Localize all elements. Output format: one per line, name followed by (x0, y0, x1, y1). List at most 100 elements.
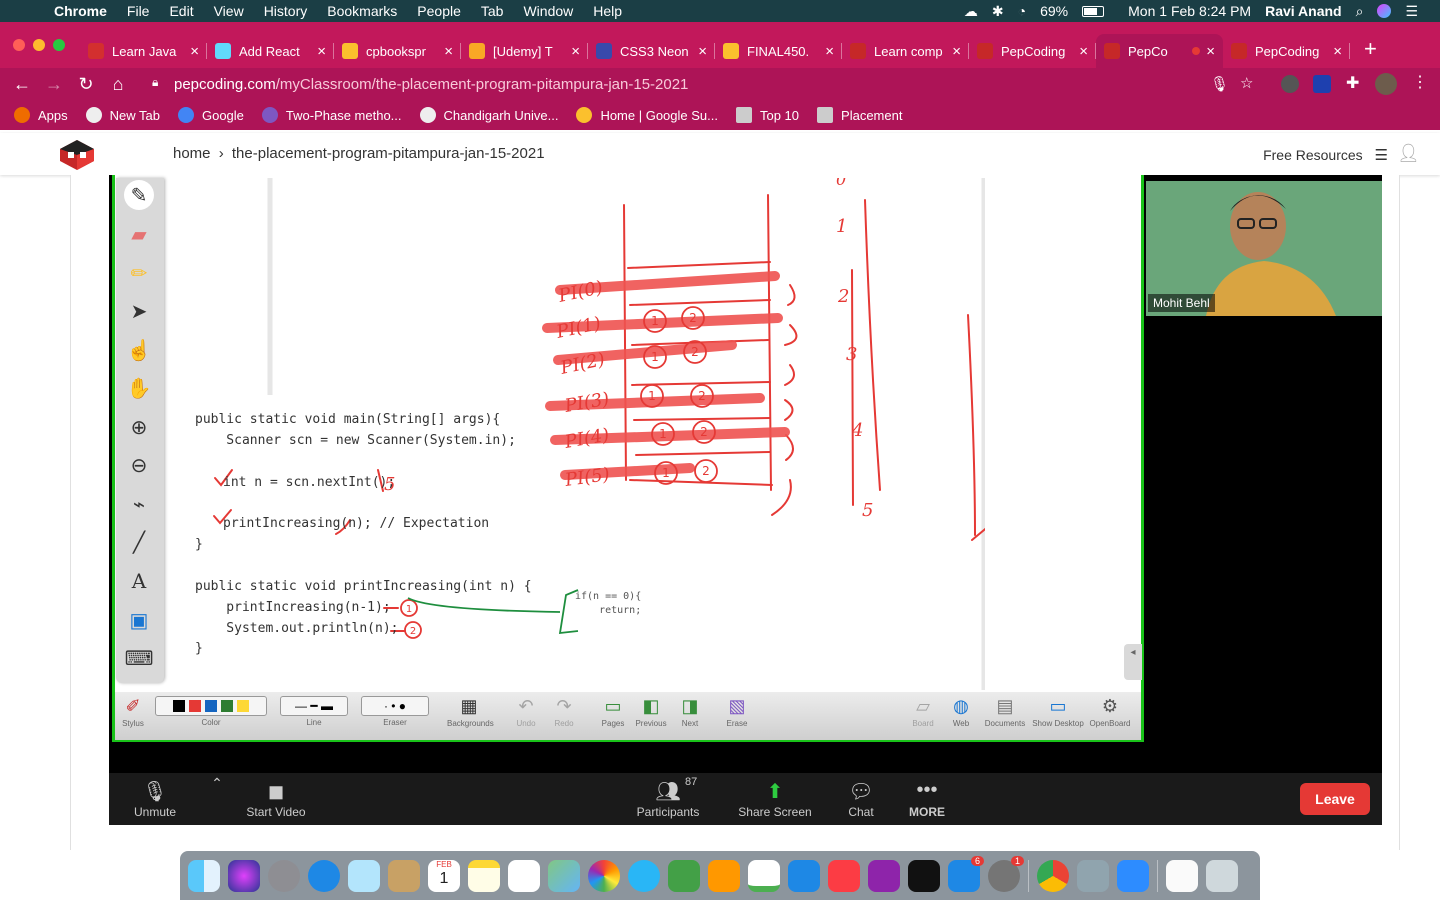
menu-tab[interactable]: Tab (481, 3, 504, 19)
browser-tab[interactable]: PepCo × (1096, 34, 1223, 68)
bookmark-item[interactable]: Chandigarh Unive... (419, 107, 558, 123)
bookmark-item[interactable]: Google (177, 107, 244, 123)
show-desktop-button[interactable]: ▭ Show Desktop (1031, 696, 1085, 728)
spotlight-search-icon[interactable]: ⌕ (1356, 3, 1364, 20)
stylus-button[interactable]: ✐ Stylus (119, 696, 147, 728)
window-close-button[interactable] (13, 39, 25, 51)
browser-tab[interactable]: CSS3 Neon × (588, 34, 715, 68)
tab-close-icon[interactable]: × (444, 43, 453, 60)
tab-close-icon[interactable]: × (571, 43, 580, 60)
eraser-size-picker[interactable]: · • ● Eraser (361, 696, 429, 727)
user-account-icon[interactable]: 👤︎ (1397, 143, 1420, 164)
bookmark-item[interactable]: Top 10 (735, 107, 799, 123)
music-icon[interactable] (828, 859, 860, 892)
bookmark-item[interactable]: Apps (14, 107, 68, 123)
new-tab-button[interactable]: + (1364, 36, 1377, 62)
preview-photos-icon[interactable] (1077, 859, 1109, 892)
menu-help[interactable]: Help (593, 3, 622, 19)
battery-percent[interactable]: 69% (1040, 3, 1068, 19)
bookmark-item[interactable]: New Tab (85, 107, 160, 123)
launchpad-icon[interactable] (268, 859, 300, 892)
pages-app-icon[interactable] (708, 859, 740, 892)
lock-icon[interactable]: 🔒︎ (152, 75, 158, 90)
right-panel-toggle-icon[interactable]: ◂ (1124, 644, 1142, 680)
menu-people[interactable]: People (417, 3, 461, 19)
tab-close-icon[interactable]: × (825, 43, 834, 60)
openboard-settings-button[interactable]: ⚙ OpenBoard (1089, 696, 1131, 728)
tab-close-icon[interactable]: × (1079, 43, 1088, 60)
bookmark-item[interactable]: Placement (817, 107, 902, 123)
browser-tab[interactable]: PepCoding × (1223, 34, 1350, 68)
address-bar[interactable]: 🔒︎ pepcoding.com/myClassroom/the-placeme… (146, 70, 1266, 98)
menu-view[interactable]: View (214, 3, 244, 19)
tab-close-icon[interactable]: × (698, 43, 707, 60)
color-green-swatch[interactable] (221, 700, 233, 712)
interact-tool-icon[interactable]: ☝ (124, 335, 154, 365)
redo-button[interactable]: ↷ Redo (553, 696, 575, 728)
messages-icon[interactable] (628, 859, 660, 892)
maps-icon[interactable] (548, 859, 580, 892)
tab-close-icon[interactable]: × (1206, 43, 1215, 60)
notes-icon[interactable] (468, 859, 500, 892)
control-center-icon[interactable]: ☰ (1405, 3, 1418, 20)
tab-close-icon[interactable]: × (190, 43, 199, 60)
profile-avatar[interactable] (1375, 73, 1397, 95)
bookmark-item[interactable]: Two-Phase metho... (261, 107, 402, 123)
backgrounds-button[interactable]: ▦ Backgrounds (447, 696, 494, 728)
more-button[interactable]: ••• MORE (907, 779, 947, 819)
tab-close-icon[interactable]: × (952, 43, 961, 60)
chrome-icon[interactable] (1037, 859, 1069, 892)
system-preferences-icon[interactable]: 1 (988, 855, 1024, 892)
downloads-stack-icon[interactable] (1166, 859, 1198, 892)
contacts-icon[interactable] (388, 859, 420, 892)
forward-button[interactable]: → (38, 74, 70, 95)
browser-tab[interactable]: FINAL450. × (715, 34, 842, 68)
selector-tool-icon[interactable]: ➤ (124, 296, 154, 326)
cloud-icon[interactable]: ☁ (964, 3, 978, 20)
breadcrumb-home[interactable]: home (173, 145, 211, 162)
bookmark-star-icon[interactable]: ☆ (1240, 74, 1253, 92)
podcasts-icon[interactable] (868, 859, 900, 892)
tab-close-icon[interactable]: × (317, 43, 326, 60)
extensions-puzzle-icon[interactable]: ✚ (1346, 73, 1359, 93)
battery-icon[interactable] (1082, 5, 1105, 17)
menu-edit[interactable]: Edit (169, 3, 193, 19)
menu-history[interactable]: History (264, 3, 308, 19)
extension-2-icon[interactable] (1313, 75, 1331, 93)
audio-options-caret[interactable]: ⌃ (207, 775, 227, 801)
free-resources-link[interactable]: Free Resources ☰ (1263, 146, 1388, 164)
browser-tab[interactable]: Learn comp × (842, 34, 969, 68)
previous-page-button[interactable]: ◧ Previous (633, 696, 669, 728)
tab-close-icon[interactable]: × (1333, 43, 1342, 60)
line-width-picker[interactable]: — ━ ▬ Line (280, 696, 348, 727)
wifi-icon[interactable]: ◔ (1018, 3, 1026, 19)
start-video-button[interactable]: ◼ Start Video (243, 779, 309, 819)
menubar-user[interactable]: Ravi Anand (1265, 3, 1342, 19)
hand-tool-icon[interactable]: ✋ (124, 373, 154, 403)
line-tool-icon[interactable]: ╱ (124, 527, 154, 557)
color-red-swatch[interactable] (189, 700, 201, 712)
unmute-button[interactable]: 🎙︎ Unmute (131, 779, 179, 819)
reload-button[interactable]: ↻ (70, 74, 102, 95)
color-picker[interactable]: Color (155, 696, 267, 727)
finder-icon[interactable] (188, 859, 220, 892)
next-page-button[interactable]: ◨ Next (678, 696, 702, 728)
eraser-tool-icon[interactable]: ▰ (124, 219, 154, 249)
safari-icon[interactable] (308, 859, 340, 892)
color-blue-swatch[interactable] (205, 700, 217, 712)
zoom-app-icon[interactable] (1117, 859, 1149, 892)
text-tool-icon[interactable]: A (124, 566, 154, 596)
browser-tab[interactable]: Learn Java × (80, 34, 207, 68)
chat-button[interactable]: 💬︎ Chat (845, 779, 877, 819)
erase-page-button[interactable]: ▧ Erase (723, 696, 751, 728)
keyboard-icon[interactable]: ⌨ (124, 643, 154, 673)
calendar-icon[interactable]: FEB 1 (428, 859, 460, 892)
numbers-icon[interactable] (748, 859, 780, 892)
browser-tab[interactable]: Add React × (207, 34, 334, 68)
color-black-swatch[interactable] (173, 700, 185, 712)
web-mode-button[interactable]: ◍ Web (949, 696, 973, 728)
home-button[interactable]: ⌂ (102, 74, 134, 95)
board-mode-button[interactable]: ▱ Board (911, 696, 935, 728)
menu-bookmarks[interactable]: Bookmarks (327, 3, 397, 19)
laser-pointer-icon[interactable]: ⌁ (124, 489, 154, 519)
